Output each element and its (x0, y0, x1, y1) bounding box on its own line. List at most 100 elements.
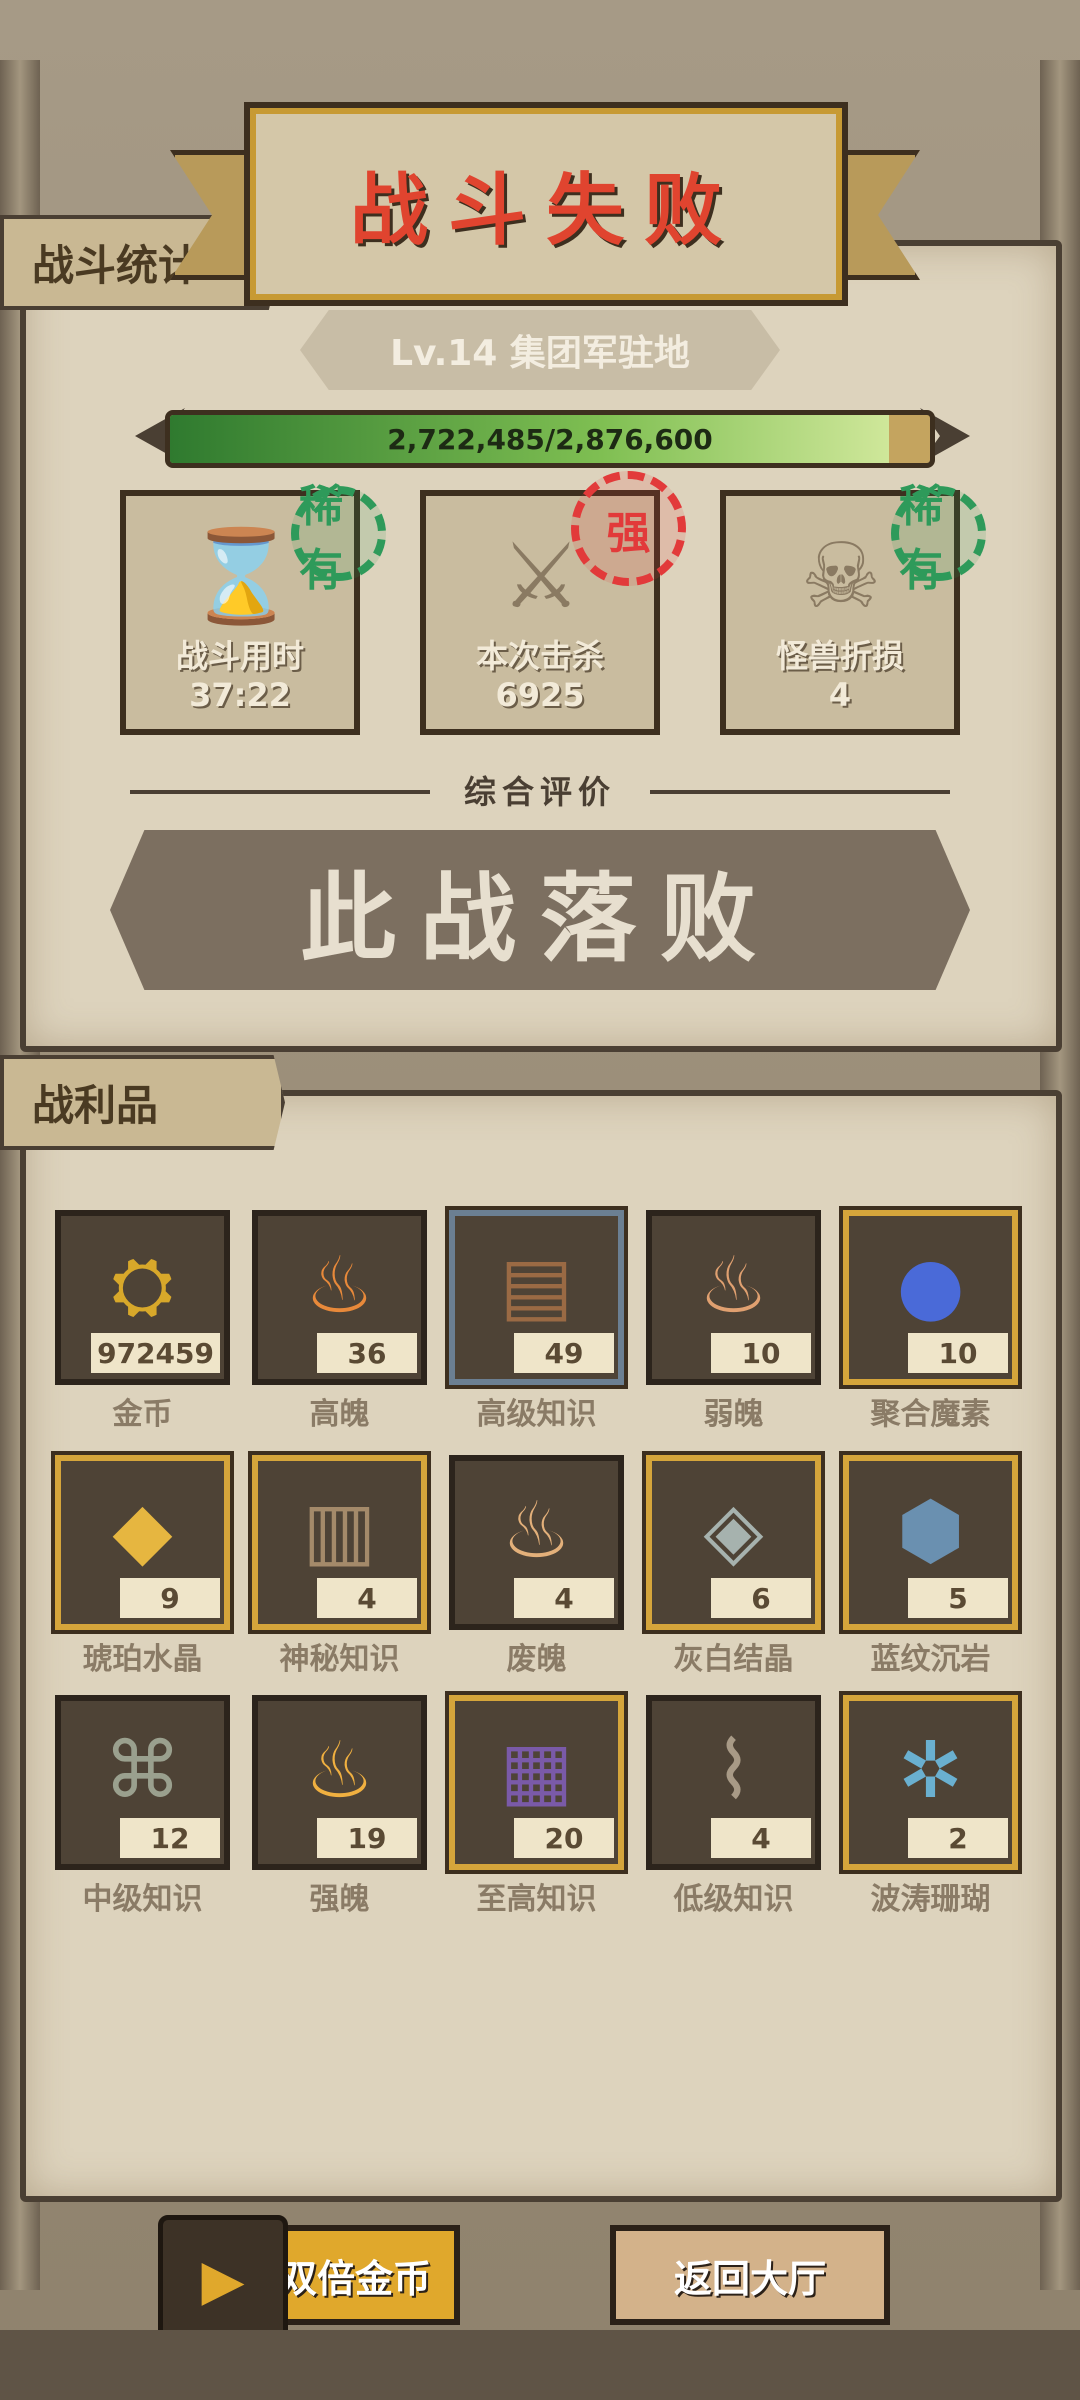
loot-item[interactable]: ✲ 2 波涛珊瑚 (843, 1695, 1018, 1918)
loot-item-name: 金币 (112, 1397, 173, 1432)
loot-item-icon: ♨ (501, 1486, 572, 1576)
loot-item-name: 琥珀水晶 (82, 1642, 203, 1677)
loot-item-count: 49 (514, 1333, 614, 1373)
loot-item-icon: ⌘ (103, 1726, 182, 1816)
stat-label: 战斗用时 (175, 637, 304, 675)
loot-item-count: 9 (120, 1578, 220, 1618)
stat-label: 本次击杀 (475, 637, 604, 675)
loot-item-count: 12 (120, 1818, 220, 1858)
stat-card-monster-losses: ☠ 怪兽折损 4 稀有 (720, 481, 986, 735)
loot-item-name: 强魄 (309, 1882, 370, 1917)
loot-item-count: 5 (908, 1578, 1008, 1618)
loot-item-icon: ▥ (302, 1486, 377, 1576)
loot-item[interactable]: ◆ 9 琥珀水晶 (55, 1455, 230, 1678)
loot-item[interactable]: ⌘ 12 中级知识 (55, 1695, 230, 1918)
verdict-banner: 此战落败 (110, 830, 970, 990)
stamp-rare-icon: 稀有 (291, 481, 386, 596)
loot-item-icon: ▤ (499, 1241, 574, 1331)
loot-item-name: 蓝纹沉岩 (870, 1642, 991, 1677)
loot-item-frame: ⌘ 12 (55, 1695, 230, 1870)
stamp-rare-icon: 稀有 (891, 481, 986, 596)
progress-bar: 2,722,485/2,876,600 (165, 410, 935, 468)
loot-item-icon: ✲ (897, 1726, 964, 1816)
loot-item-count: 6 (711, 1578, 811, 1618)
loot-item-frame: ♨ 36 (252, 1210, 427, 1385)
hourglass-icon: ⌛ (184, 523, 298, 629)
loot-item-icon: ▦ (499, 1726, 574, 1816)
loot-item-icon: ● (896, 1241, 965, 1331)
loot-item[interactable]: ♨ 10 弱魄 (646, 1210, 821, 1433)
loot-item-icon: ◈ (703, 1486, 764, 1576)
loot-item-count: 10 (908, 1333, 1008, 1373)
loot-item-frame: ♨ 4 (449, 1455, 624, 1630)
loot-item-icon: ⛭ (111, 1240, 174, 1331)
loot-item-frame: ♨ 19 (252, 1695, 427, 1870)
stat-card-battle-time: ⌛ 战斗用时 37:22 稀有 (120, 481, 386, 735)
loot-item[interactable]: ● 10 聚合魔素 (843, 1210, 1018, 1433)
loot-item-icon: ⬢ (896, 1486, 965, 1576)
loot-item-count: 4 (317, 1578, 417, 1618)
loot-item[interactable]: ⌇ 4 低级知识 (646, 1695, 821, 1918)
stat-card-kills: ⚔ 本次击杀 6925 强 (420, 471, 686, 735)
stat-label: 怪兽折损 (775, 637, 904, 675)
loot-item-count: 972459 (91, 1333, 220, 1373)
loot-item-count: 19 (317, 1818, 417, 1858)
level-banner: Lv.14 集团军驻地 (300, 310, 780, 390)
loot-tab: 战利品 (0, 1055, 285, 1150)
verdict-text: 此战落败 (300, 862, 780, 975)
loot-item-frame: ⬢ 5 (843, 1455, 1018, 1630)
loot-item-frame: ◈ 6 (646, 1455, 821, 1630)
loot-tab-label: 战利品 (32, 1081, 159, 1130)
loot-item-name: 神秘知识 (279, 1642, 400, 1677)
stat-value: 37:22 (189, 676, 291, 714)
page-title: 战斗失败 (349, 166, 742, 256)
loot-item-frame: ▥ 4 (252, 1455, 427, 1630)
stamp-strong-icon: 强 (571, 471, 686, 586)
video-clapper-icon: ▶ (158, 2215, 288, 2345)
loot-item-frame: ⌇ 4 (646, 1695, 821, 1870)
loot-item-count: 10 (711, 1333, 811, 1373)
stat-value: 4 (828, 676, 852, 714)
return-lobby-button[interactable]: 返回大厅 (610, 2225, 890, 2325)
title-banner: 战斗失败 (250, 108, 842, 300)
loot-item-frame: ⛭ 972459 (55, 1210, 230, 1385)
loot-item[interactable]: ◈ 6 灰白结晶 (646, 1455, 821, 1678)
bottom-decor-strip (0, 2330, 1080, 2400)
loot-item-icon: ♨ (304, 1726, 375, 1816)
loot-item-frame: ♨ 10 (646, 1210, 821, 1385)
loot-item-name: 聚合魔素 (870, 1397, 991, 1432)
battle-stats-tab-label: 战斗统计 (32, 241, 201, 290)
loot-item[interactable]: ♨ 4 废魄 (449, 1455, 624, 1678)
loot-item-count: 4 (514, 1578, 614, 1618)
progress-text: 2,722,485/2,876,600 (387, 422, 713, 456)
loot-item[interactable]: ⛭ 972459 金币 (55, 1210, 230, 1433)
loot-item-icon: ⌇ (714, 1726, 753, 1816)
loot-item-count: 2 (908, 1818, 1008, 1858)
rating-label: 综合评价 (430, 765, 650, 815)
loot-item-frame: ▦ 20 (449, 1695, 624, 1870)
loot-item-name: 高级知识 (476, 1397, 597, 1432)
loot-item[interactable]: ▦ 20 至高知识 (449, 1695, 624, 1918)
loot-item-name: 波涛珊瑚 (870, 1882, 991, 1917)
loot-item-frame: ● 10 (843, 1210, 1018, 1385)
loot-item-icon: ♨ (304, 1241, 375, 1331)
loot-item[interactable]: ♨ 36 高魄 (252, 1210, 427, 1433)
loot-item[interactable]: ⬢ 5 蓝纹沉岩 (843, 1455, 1018, 1678)
loot-item[interactable]: ♨ 19 强魄 (252, 1695, 427, 1918)
loot-item-name: 至高知识 (476, 1882, 597, 1917)
loot-item[interactable]: ▤ 49 高级知识 (449, 1210, 624, 1433)
loot-item-name: 弱魄 (703, 1397, 764, 1432)
loot-item[interactable]: ▥ 4 神秘知识 (252, 1455, 427, 1678)
loot-item-frame: ▤ 49 (449, 1210, 624, 1385)
loot-item-icon: ♨ (698, 1241, 769, 1331)
loot-item-name: 灰白结晶 (673, 1642, 794, 1677)
loot-item-count: 4 (711, 1818, 811, 1858)
loot-item-name: 高魄 (309, 1397, 370, 1432)
stat-value: 6925 (495, 676, 585, 714)
loot-item-count: 20 (514, 1818, 614, 1858)
monster-skull-icon: ☠ (800, 523, 882, 629)
loot-item-count: 36 (317, 1333, 417, 1373)
loot-item-frame: ◆ 9 (55, 1455, 230, 1630)
loot-item-name: 废魄 (506, 1642, 567, 1677)
loot-item-frame: ✲ 2 (843, 1695, 1018, 1870)
